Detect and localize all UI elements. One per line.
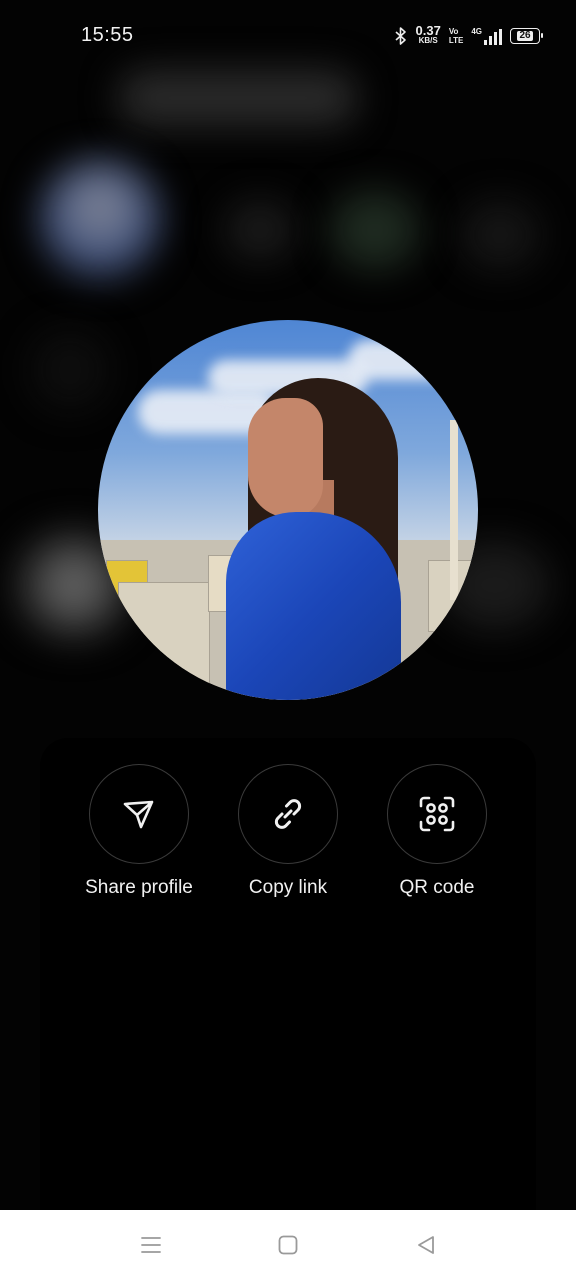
share-profile-button[interactable]: Share profile	[64, 764, 214, 909]
signal-bar	[494, 32, 497, 45]
copy-link-label: Copy link	[248, 877, 328, 898]
back-icon	[418, 1236, 434, 1254]
menu-icon	[141, 1237, 161, 1253]
menu-button[interactable]	[138, 1232, 164, 1258]
bluetooth-icon	[394, 27, 406, 45]
photo-dress	[226, 512, 401, 700]
network-speed: 0.37 KB/S	[415, 23, 441, 46]
qr-scan-icon	[419, 796, 455, 832]
link-icon	[274, 799, 302, 829]
volte-top: Vo	[448, 27, 459, 36]
network-speed-unit: KB/S	[418, 36, 438, 45]
blurred-shape	[118, 70, 358, 126]
share-profile-label: Share profile	[85, 877, 193, 898]
blurred-shape	[40, 160, 160, 280]
blurred-shape	[330, 190, 420, 270]
profile-photo[interactable]	[98, 320, 478, 700]
volte-bottom: LTE	[448, 36, 464, 45]
action-row: Share profile Copy link QR code	[0, 764, 576, 914]
status-bar: 15:55 0.37 KB/S Vo LTE 4G 26	[0, 0, 576, 70]
home-icon	[278, 1235, 298, 1255]
blurred-shape	[30, 330, 110, 410]
qr-code-ring[interactable]	[387, 764, 487, 864]
battery-level: 26	[517, 30, 533, 41]
network-speed-value: 0.37	[415, 23, 441, 38]
copy-link-button[interactable]: Copy link	[213, 764, 363, 909]
signal-bar	[484, 40, 487, 45]
copy-link-ring[interactable]	[238, 764, 338, 864]
back-button[interactable]	[413, 1232, 439, 1258]
photo-cloud	[348, 340, 468, 380]
photo-building	[118, 582, 210, 694]
volte-indicator: Vo LTE	[449, 27, 464, 45]
home-button[interactable]	[275, 1232, 301, 1258]
battery-icon: 26	[510, 28, 543, 44]
blurred-shape	[225, 200, 295, 260]
qr-code-button[interactable]: QR code	[362, 764, 512, 909]
photo-face	[248, 398, 323, 518]
qr-code-label: QR code	[399, 877, 475, 898]
send-icon	[123, 800, 154, 829]
signal-bar	[489, 36, 492, 45]
status-time: 15:55	[81, 24, 134, 46]
signal-icon: 4G	[471, 27, 502, 45]
network-type: 4G	[471, 27, 482, 36]
signal-bar	[499, 29, 502, 45]
status-icons: 0.37 KB/S Vo LTE 4G 26	[394, 23, 543, 48]
signal-bars	[484, 29, 502, 45]
share-profile-ring[interactable]	[89, 764, 189, 864]
blurred-shape	[460, 200, 540, 270]
navigation-bar	[0, 1210, 576, 1280]
photo-pole	[450, 420, 458, 600]
